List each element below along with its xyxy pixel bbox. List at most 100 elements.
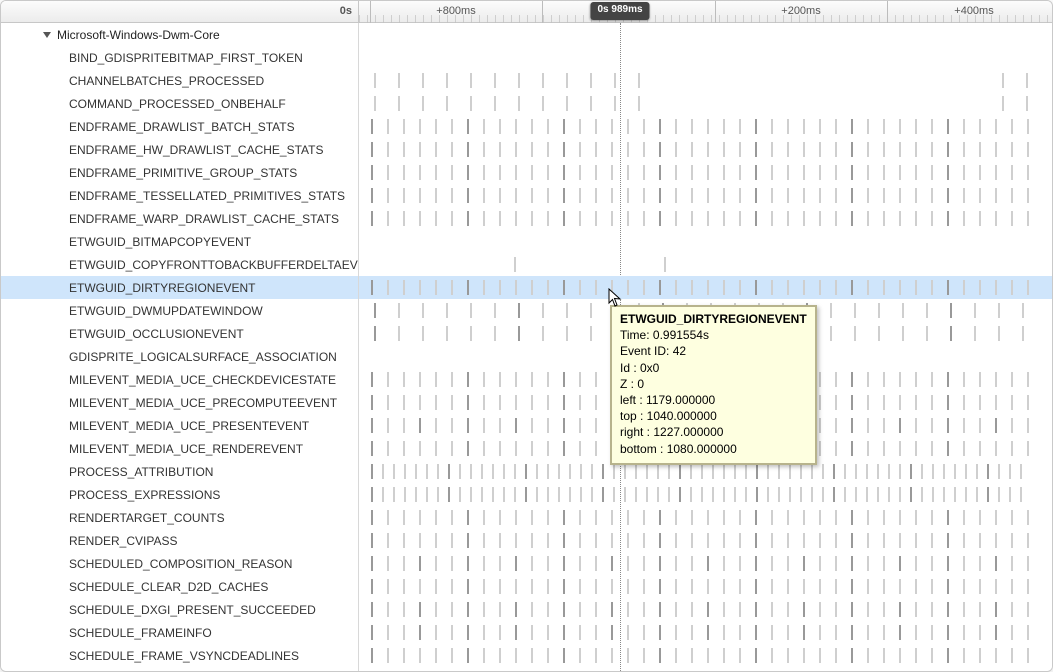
event-tick[interactable] [851,280,853,295]
event-tick[interactable] [883,211,885,226]
event-tick[interactable] [1011,142,1013,157]
event-tick[interactable] [627,510,629,525]
event-tick[interactable] [590,96,592,111]
event-tick[interactable] [547,119,549,134]
event-tick[interactable] [739,602,741,617]
event-tick[interactable] [691,602,693,617]
event-tick[interactable] [643,556,645,571]
event-tick[interactable] [563,280,565,295]
event-tick[interactable] [371,165,373,180]
event-tick[interactable] [851,625,853,640]
event-tick[interactable] [867,648,869,663]
event-tick[interactable] [998,464,1000,479]
event-tick[interactable] [771,165,773,180]
event-tick[interactable] [483,579,485,594]
event-tick[interactable] [515,602,517,617]
event-tick[interactable] [712,487,714,502]
event-tick[interactable] [547,487,549,502]
event-tick[interactable] [627,165,629,180]
timeline-track[interactable] [359,575,1052,598]
event-tick[interactable] [611,579,613,594]
event-tick[interactable] [867,395,869,410]
event-tick[interactable] [531,441,533,456]
event-tick[interactable] [931,510,933,525]
event-tick[interactable] [595,510,597,525]
event-tick[interactable] [451,372,453,387]
event-tick[interactable] [547,372,549,387]
event-tick[interactable] [595,372,597,387]
event-tick[interactable] [963,648,965,663]
event-tick[interactable] [1011,579,1013,594]
event-tick[interactable] [627,119,629,134]
event-tick[interactable] [707,533,709,548]
event-tick[interactable] [499,418,501,433]
event-tick[interactable] [569,464,571,479]
event-tick[interactable] [398,96,400,111]
event-tick[interactable] [451,648,453,663]
event-tick[interactable] [803,280,805,295]
event-tick[interactable] [979,510,981,525]
event-tick[interactable] [899,487,901,502]
event-tick[interactable] [419,556,421,571]
event-tick[interactable] [910,464,912,479]
event-tick[interactable] [446,326,448,341]
event-tick[interactable] [915,510,917,525]
event-tick[interactable] [755,211,757,226]
event-tick[interactable] [851,372,853,387]
event-tick[interactable] [979,579,981,594]
event-tick[interactable] [899,625,901,640]
event-tick[interactable] [638,73,640,88]
event-tick[interactable] [547,464,549,479]
event-tick[interactable] [947,533,949,548]
event-tick[interactable] [1027,648,1029,663]
event-tick[interactable] [467,211,469,226]
event-tick[interactable] [435,648,437,663]
event-tick[interactable] [979,418,981,433]
event-tick[interactable] [579,648,581,663]
event-tick[interactable] [547,648,549,663]
event-tick[interactable] [712,464,714,479]
event-tick[interactable] [659,579,661,594]
event-tick[interactable] [591,487,593,502]
event-tick[interactable] [470,487,472,502]
event-tick[interactable] [515,165,517,180]
event-tick[interactable] [739,625,741,640]
event-tick[interactable] [659,188,661,203]
event-tick[interactable] [531,579,533,594]
event-tick[interactable] [899,119,901,134]
event-tick[interactable] [998,487,1000,502]
event-tick[interactable] [691,165,693,180]
event-tick[interactable] [547,188,549,203]
event-tick[interactable] [995,280,997,295]
event-tick[interactable] [403,533,405,548]
event-tick[interactable] [646,487,648,502]
event-tick[interactable] [613,464,615,479]
event-tick[interactable] [995,625,997,640]
event-tick[interactable] [899,464,901,479]
event-tick[interactable] [635,487,637,502]
event-tick[interactable] [514,464,516,479]
event-tick[interactable] [963,395,965,410]
event-tick[interactable] [931,280,933,295]
event-tick[interactable] [1027,602,1029,617]
event-tick[interactable] [483,211,485,226]
event-tick[interactable] [723,510,725,525]
event-tick[interactable] [835,142,837,157]
event-tick[interactable] [947,119,949,134]
event-tick[interactable] [1026,73,1028,88]
event-tick[interactable] [371,579,373,594]
event-tick[interactable] [595,211,597,226]
event-tick[interactable] [888,487,890,502]
event-tick[interactable] [835,648,837,663]
event-tick[interactable] [835,211,837,226]
event-tick[interactable] [371,464,373,479]
event-tick[interactable] [947,188,949,203]
event-tick[interactable] [1027,119,1029,134]
event-tick[interactable] [739,119,741,134]
event-tick[interactable] [470,326,472,341]
event-tick[interactable] [492,487,494,502]
event-tick[interactable] [595,395,597,410]
event-tick[interactable] [494,303,496,318]
event-tick[interactable] [883,648,885,663]
event-tick[interactable] [899,579,901,594]
